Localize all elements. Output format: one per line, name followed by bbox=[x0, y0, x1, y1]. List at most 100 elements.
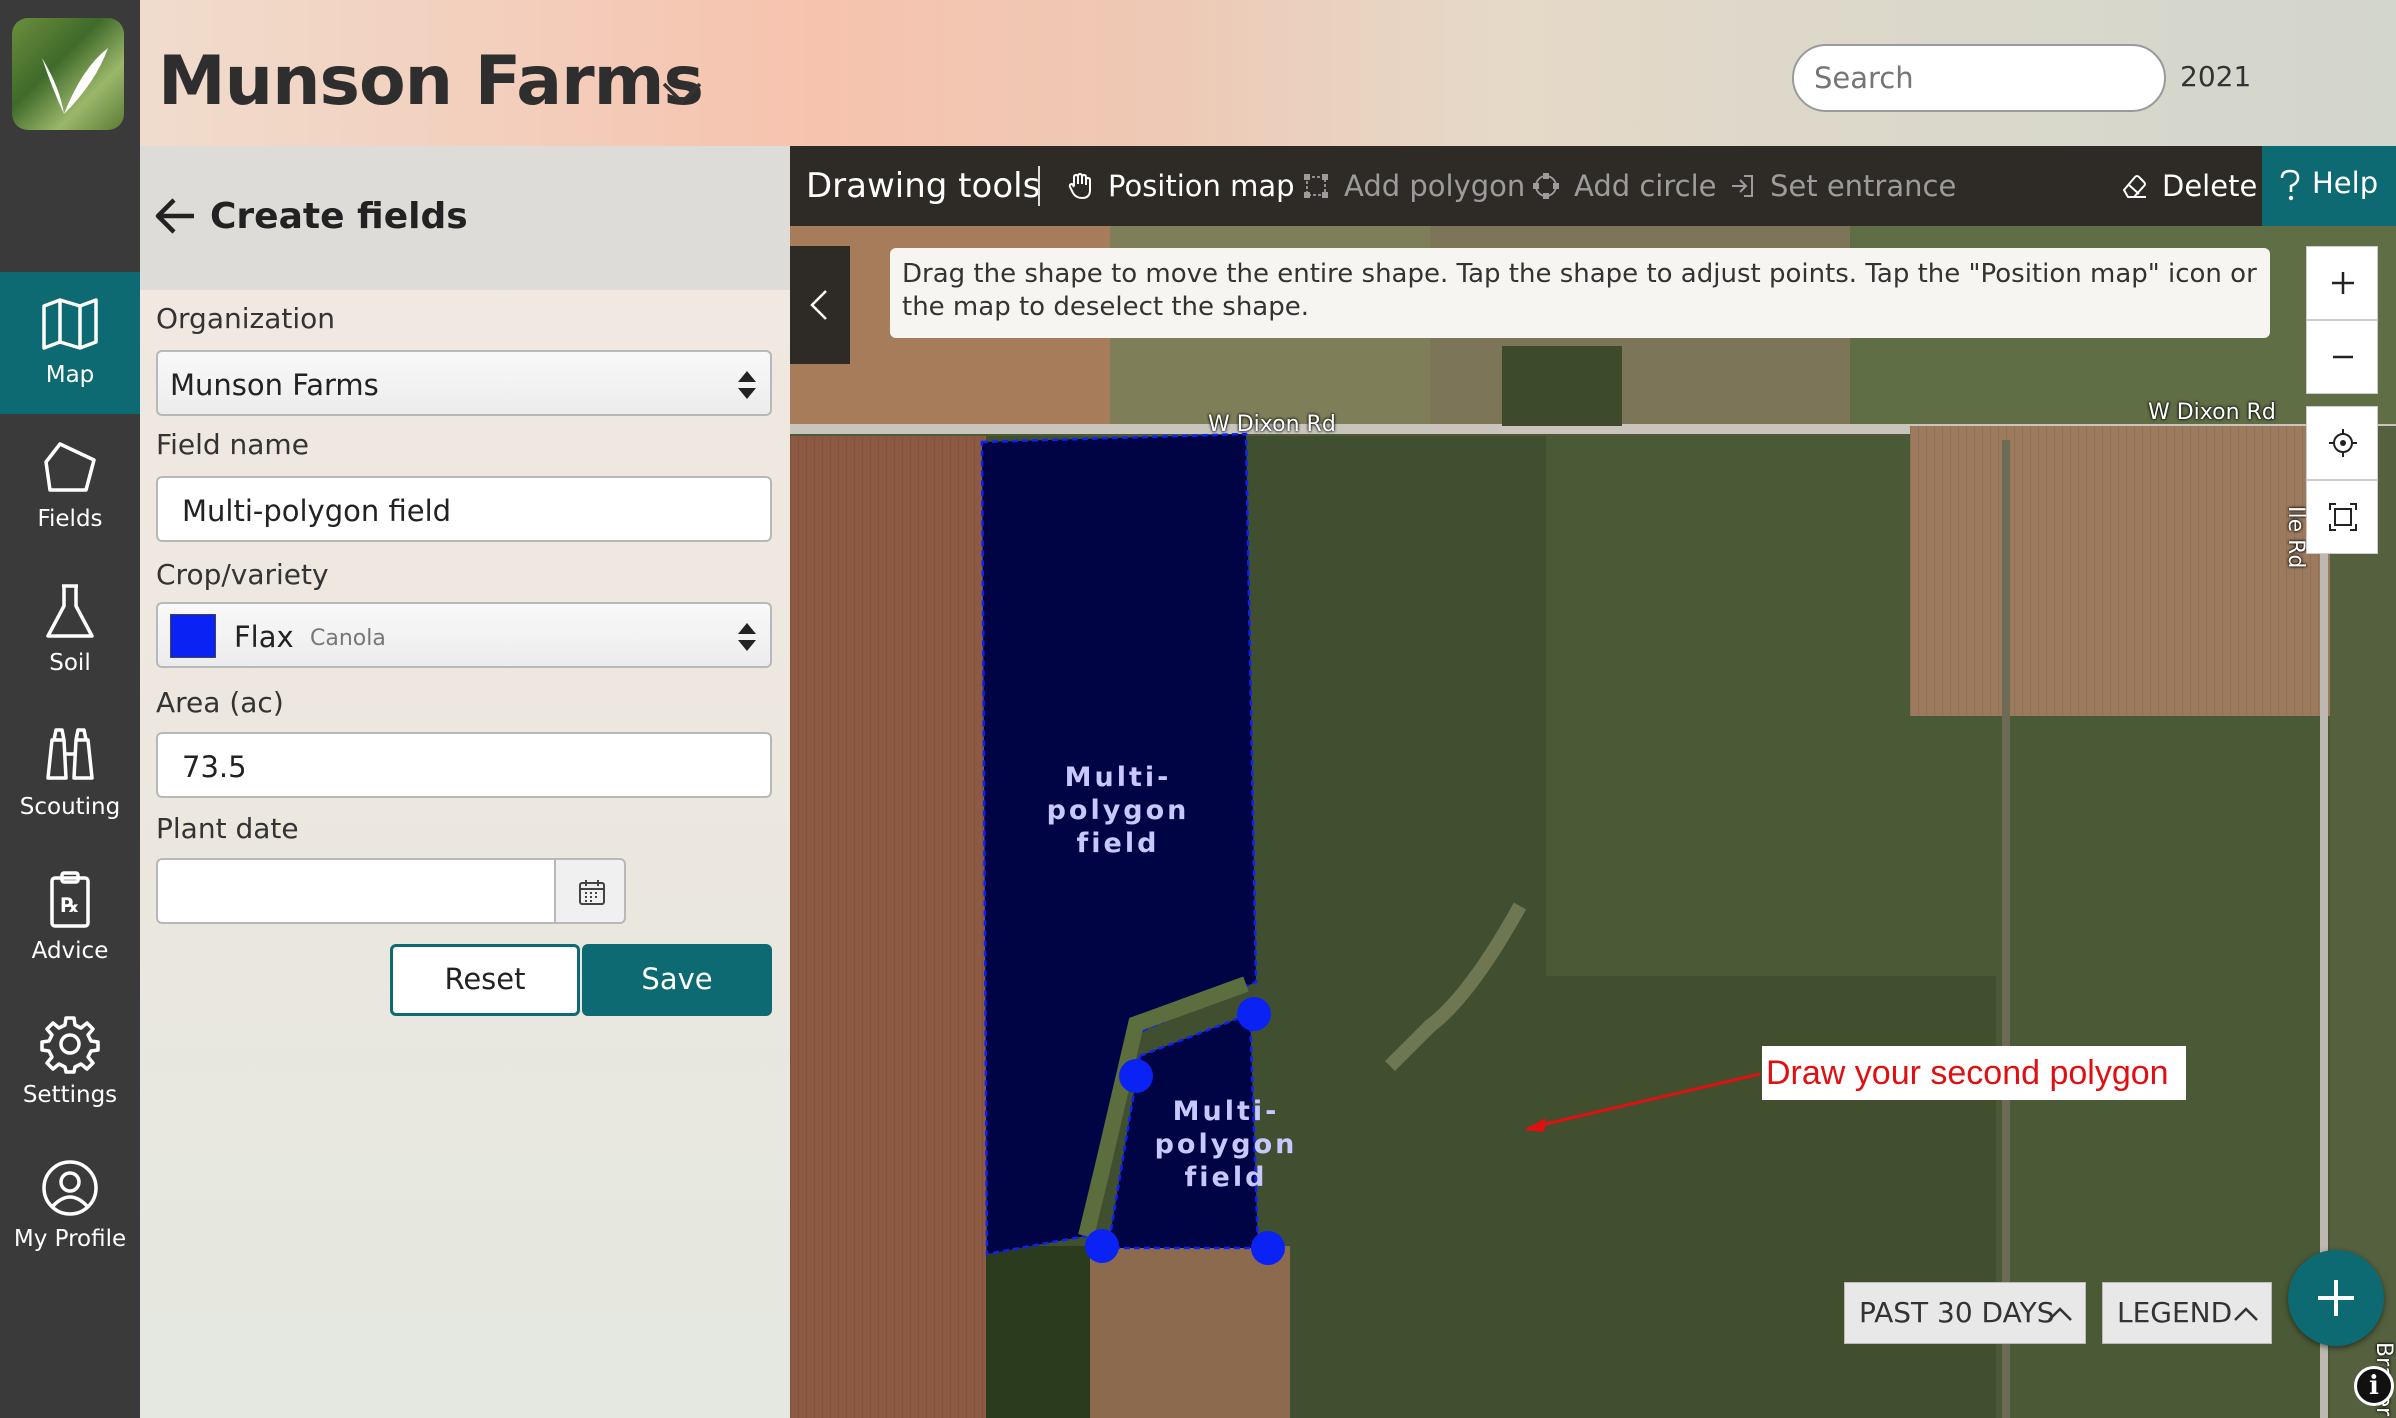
set-entrance-tool[interactable]: Set entrance bbox=[1728, 166, 1956, 206]
position-map-label: Position map bbox=[1108, 169, 1295, 203]
area-input[interactable]: 73.5 bbox=[156, 732, 772, 798]
search-input[interactable] bbox=[1792, 44, 2166, 112]
crosshair-icon bbox=[2329, 429, 2357, 457]
create-fields-panel: Create fields Organization Munson Farms … bbox=[140, 146, 790, 1418]
locate-me-button[interactable] bbox=[2306, 406, 2378, 480]
position-map-tool[interactable]: Position map bbox=[1066, 166, 1295, 206]
season-year[interactable]: 2021 bbox=[2180, 60, 2251, 93]
map-info-button[interactable]: i bbox=[2354, 1366, 2394, 1406]
polygon-label-2-line-2: polygon bbox=[1155, 1129, 1298, 1160]
fields-icon bbox=[44, 442, 96, 492]
calendar-icon bbox=[579, 880, 605, 905]
save-button[interactable]: Save bbox=[582, 944, 772, 1016]
polygon-label-1-line-1: Multi- bbox=[1065, 762, 1172, 793]
date-picker-button[interactable] bbox=[554, 858, 626, 924]
prescription-icon: ℞ bbox=[50, 871, 90, 928]
crop-variety: Canola bbox=[310, 626, 386, 651]
add-circle-tool[interactable]: Add circle bbox=[1532, 166, 1717, 206]
profile-icon bbox=[42, 1160, 98, 1216]
crop-color-swatch bbox=[170, 614, 216, 658]
plant-date-input[interactable] bbox=[156, 858, 556, 924]
plant-date-label: Plant date bbox=[156, 812, 299, 845]
nav-item-fields[interactable]: Fields bbox=[0, 416, 140, 558]
add-fab-button[interactable] bbox=[2288, 1250, 2384, 1346]
chevron-up-icon bbox=[2234, 1307, 2258, 1321]
past-30-days-toggle[interactable]: PAST 30 DAYS bbox=[1844, 1282, 2086, 1344]
entrance-icon bbox=[1732, 175, 1753, 197]
add-polygon-label: Add polygon bbox=[1344, 169, 1526, 203]
polygon-vertex[interactable] bbox=[1119, 1059, 1153, 1093]
gear-icon bbox=[40, 1016, 100, 1074]
fit-bounds-button[interactable] bbox=[2306, 480, 2378, 554]
delete-label: Delete bbox=[2162, 169, 2258, 203]
organization-select[interactable]: Munson Farms bbox=[156, 350, 772, 416]
road-label-dixon-left: W Dixon Rd bbox=[1208, 412, 1336, 437]
map-icon bbox=[42, 298, 98, 350]
reset-button[interactable]: Reset bbox=[390, 944, 580, 1016]
chevron-down-icon[interactable] bbox=[660, 72, 704, 112]
polygon-vertex[interactable] bbox=[1085, 1229, 1119, 1263]
set-entrance-label: Set entrance bbox=[1770, 169, 1957, 203]
field-name-label: Field name bbox=[156, 428, 309, 461]
toolbar-title: Drawing tools bbox=[806, 166, 1041, 206]
toolbar-divider bbox=[1038, 166, 1040, 206]
polygon-label-1-line-3: field bbox=[1077, 828, 1160, 859]
road-label-dixon-right: W Dixon Rd bbox=[2148, 400, 2276, 425]
delete-tool[interactable]: Delete bbox=[2120, 166, 2260, 206]
organization-label: Organization bbox=[156, 302, 336, 335]
nav-item-advice[interactable]: ℞ Advice bbox=[0, 848, 140, 990]
area-label: Area (ac) bbox=[156, 686, 284, 719]
zoom-in-button[interactable] bbox=[2306, 246, 2378, 320]
nav-label-advice: Advice bbox=[31, 938, 109, 964]
polygon-label-2-line-3: field bbox=[1185, 1162, 1268, 1193]
help-label: Help bbox=[2312, 166, 2379, 200]
plus-icon bbox=[2332, 272, 2354, 294]
draw-polygon-callout: Draw your second polygon bbox=[1762, 1046, 2186, 1100]
polygon-icon bbox=[1304, 174, 1328, 198]
nav-item-soil[interactable]: Soil bbox=[0, 560, 140, 702]
info-icon: i bbox=[2369, 1371, 2379, 1401]
past-30-days-label: PAST 30 DAYS bbox=[1859, 1296, 2055, 1329]
road-label-vertical: Ile Rd bbox=[2283, 506, 2308, 569]
field-name-value: Multi-polygon field bbox=[182, 494, 452, 528]
help-icon bbox=[2280, 169, 2300, 201]
crop-variety-label: Crop/variety bbox=[156, 558, 329, 591]
organization-value: Munson Farms bbox=[170, 368, 379, 402]
polygon-vertex[interactable] bbox=[1237, 997, 1271, 1031]
polygon-vertex[interactable] bbox=[1251, 1231, 1285, 1265]
legend-label: LEGEND bbox=[2117, 1296, 2233, 1329]
zoom-out-button[interactable] bbox=[2306, 320, 2378, 394]
panel-header: Create fields bbox=[140, 146, 790, 290]
organization-title[interactable]: Munson Farms bbox=[158, 42, 704, 121]
crop-variety-select[interactable]: Flax Canola bbox=[156, 602, 772, 668]
nav-label-settings: Settings bbox=[22, 1082, 118, 1108]
nav-label-fields: Fields bbox=[37, 506, 103, 532]
drawing-instruction: Drag the shape to move the entire shape.… bbox=[890, 248, 2270, 338]
nav-item-settings[interactable]: Settings bbox=[0, 992, 140, 1134]
panel-title: Create fields bbox=[210, 196, 468, 237]
legend-toggle[interactable]: LEGEND bbox=[2102, 1282, 2272, 1344]
nav-label-soil: Soil bbox=[49, 650, 91, 676]
plus-icon bbox=[2318, 1280, 2354, 1316]
nav-item-scouting[interactable]: Scouting bbox=[0, 704, 140, 846]
nav-item-my-profile[interactable]: My Profile bbox=[0, 1136, 140, 1278]
select-updown-icon bbox=[738, 371, 756, 399]
circle-shape-icon bbox=[1533, 173, 1559, 199]
minus-icon bbox=[2333, 355, 2353, 359]
toolbar-help-button[interactable]: Help bbox=[2262, 146, 2396, 226]
back-arrow-icon[interactable] bbox=[154, 196, 198, 236]
binoculars-icon bbox=[46, 728, 94, 780]
collapse-panel-button[interactable] bbox=[790, 246, 850, 364]
polygon-label-2-line-1: Multi- bbox=[1173, 1096, 1280, 1127]
fit-bounds-icon bbox=[2329, 503, 2357, 531]
chevron-left-icon bbox=[810, 290, 827, 320]
nav-item-map[interactable]: Map bbox=[0, 272, 140, 414]
app-logo[interactable] bbox=[12, 18, 124, 130]
nav-label-scouting: Scouting bbox=[19, 794, 121, 820]
drawing-toolbar: Drawing tools Position map Add polygon A… bbox=[790, 146, 2396, 226]
add-polygon-tool[interactable]: Add polygon bbox=[1302, 166, 1525, 206]
hand-icon bbox=[1068, 172, 1091, 200]
add-circle-label: Add circle bbox=[1574, 169, 1717, 203]
field-name-input[interactable]: Multi-polygon field bbox=[156, 476, 772, 542]
select-updown-icon bbox=[738, 623, 756, 651]
